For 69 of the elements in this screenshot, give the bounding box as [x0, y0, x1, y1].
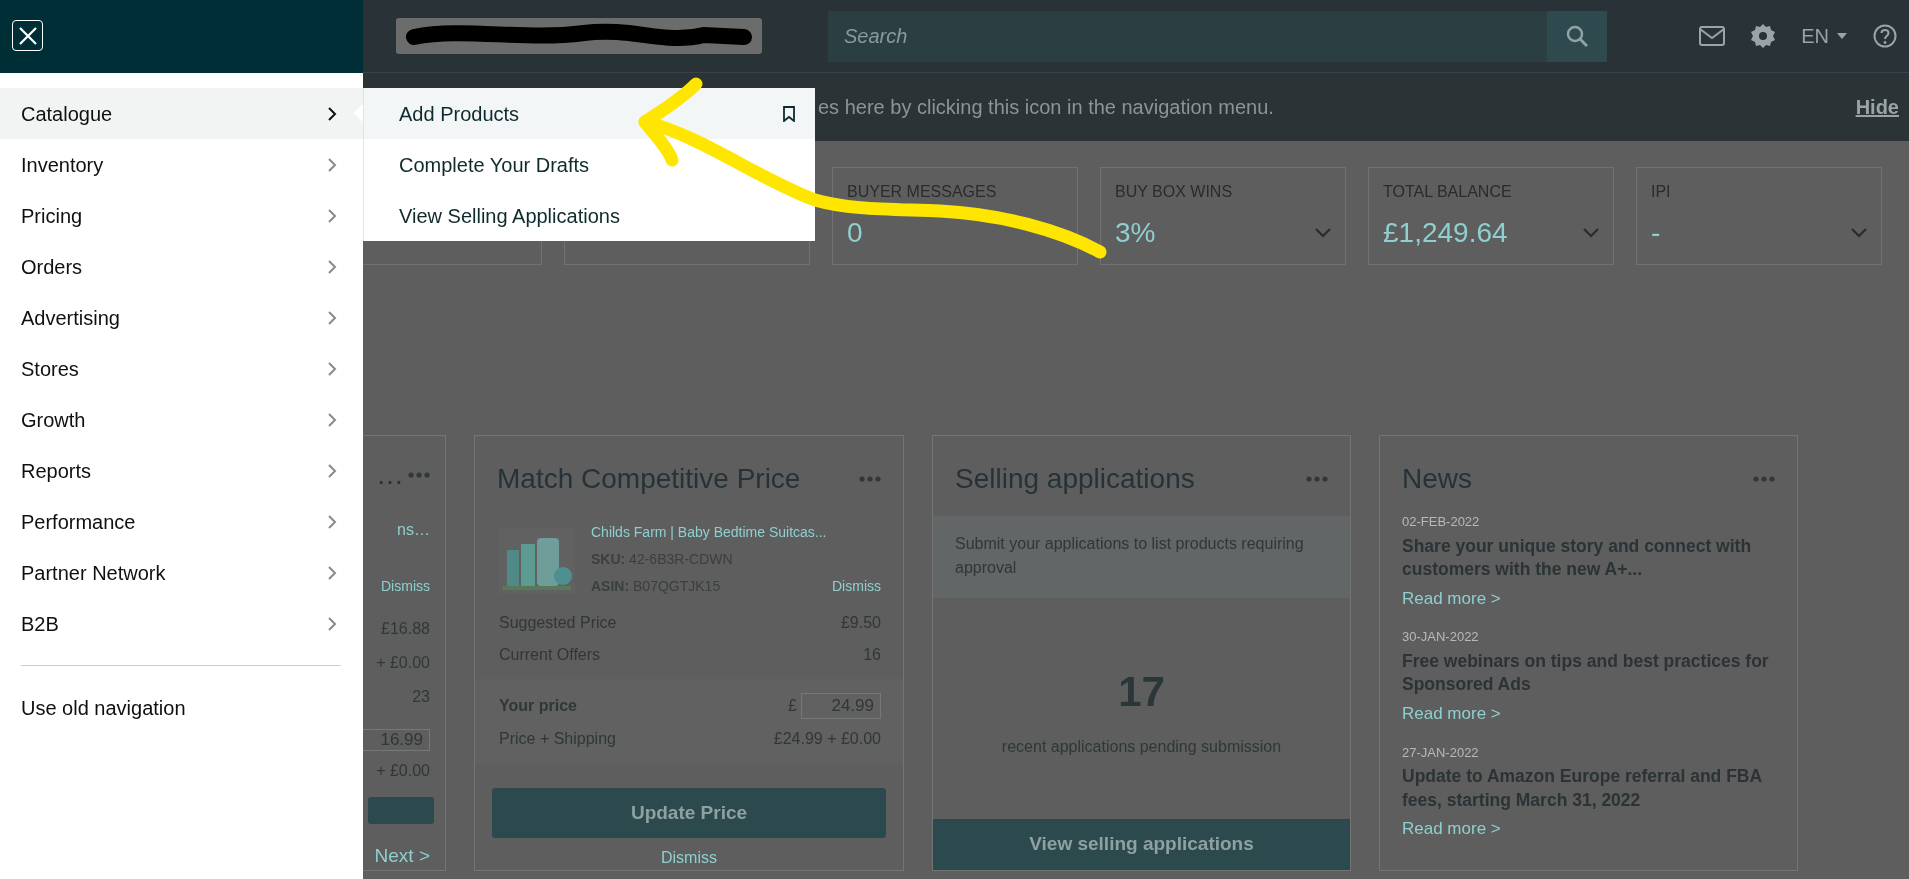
- search-icon: [1566, 25, 1588, 47]
- chevron-right-icon: [327, 310, 337, 325]
- chevron-right-icon: [327, 412, 337, 427]
- more-icon[interactable]: [1306, 476, 1328, 482]
- chevron-right-icon: [327, 565, 337, 580]
- read-more-link[interactable]: Read more >: [1402, 701, 1501, 727]
- nav-menu-item[interactable]: Performance: [0, 496, 363, 547]
- product-link[interactable]: Childs Farm | Baby Bedtime Suitcas...: [591, 522, 881, 543]
- currency-label: £: [788, 696, 797, 716]
- chevron-down-icon[interactable]: [1315, 228, 1331, 238]
- chevron-right-icon: [327, 514, 337, 529]
- bookmark-icon[interactable]: [783, 105, 795, 122]
- read-more-link[interactable]: Read more >: [1402, 585, 1501, 612]
- news-date: 30-JAN-2022: [1402, 628, 1480, 647]
- more-icon[interactable]: [1753, 476, 1775, 482]
- card-title: Match Competitive Price: [497, 462, 801, 496]
- chevron-right-icon: [327, 361, 337, 376]
- nav-menu-item[interactable]: Orders: [0, 241, 363, 292]
- nav-menu-item[interactable]: Inventory: [0, 139, 363, 190]
- metric-value: £1,249.64: [1383, 216, 1508, 250]
- mail-icon[interactable]: [1699, 26, 1726, 46]
- dismiss-link[interactable]: Dismiss: [661, 846, 717, 870]
- dismiss-link[interactable]: Dismiss: [832, 576, 881, 597]
- chevron-right-icon: [327, 463, 337, 478]
- nav-menu-item[interactable]: B2B: [0, 598, 363, 649]
- more-icon[interactable]: [859, 476, 881, 482]
- chevron-right-icon: [327, 157, 337, 172]
- caret-icon: [1837, 33, 1847, 39]
- language-button[interactable]: EN: [1801, 21, 1847, 51]
- more-icon[interactable]: [408, 472, 430, 478]
- banner-text: es here by clicking this icon in the navigation menu.: [818, 95, 1274, 120]
- hide-link[interactable]: Hide: [1855, 92, 1899, 122]
- chevron-right-icon: [327, 208, 337, 223]
- chevron-right-icon: [327, 259, 337, 274]
- chevron-down-icon[interactable]: [1851, 228, 1867, 238]
- view-applications-button[interactable]: View selling applications: [933, 819, 1350, 870]
- close-button[interactable]: [12, 20, 43, 51]
- chevron-right-icon: [327, 616, 337, 631]
- settings-icon[interactable]: [1751, 24, 1776, 48]
- submenu-item[interactable]: Complete Your Drafts: [364, 139, 815, 190]
- nav-menu-item[interactable]: Reports: [0, 445, 363, 496]
- nav-menu-item[interactable]: Advertising: [0, 292, 363, 343]
- nav-menu-item[interactable]: Growth: [0, 394, 363, 445]
- dismiss-link[interactable]: Dismiss: [381, 576, 430, 597]
- card-title: …: [376, 458, 404, 492]
- news-date: 02-FEB-2022: [1402, 513, 1481, 531]
- card-title: Selling applications: [955, 462, 1195, 496]
- chevron-right-icon: [327, 106, 337, 121]
- search-button[interactable]: [1547, 10, 1607, 62]
- chevron-down-icon[interactable]: [1583, 228, 1599, 238]
- old-navigation-link[interactable]: Use old navigation: [0, 682, 363, 733]
- read-more-link[interactable]: Read more >: [1402, 816, 1501, 842]
- next-link[interactable]: Next >: [374, 841, 430, 870]
- metric-value: -: [1651, 216, 1661, 250]
- nav-menu-item[interactable]: Catalogue: [0, 88, 363, 139]
- metric-value: 0: [847, 216, 863, 250]
- nav-menu-item[interactable]: Partner Network: [0, 547, 363, 598]
- news-date: 27-JAN-2022: [1402, 743, 1480, 762]
- submenu-item[interactable]: View Selling Applications: [364, 190, 815, 241]
- nav-menu-item[interactable]: Stores: [0, 343, 363, 394]
- nav-menu-item[interactable]: Pricing: [0, 190, 363, 241]
- close-icon: [17, 25, 38, 46]
- submenu-item[interactable]: Add Products: [364, 88, 815, 139]
- product-link[interactable]: ns…: [397, 518, 430, 542]
- help-icon[interactable]: [1873, 24, 1897, 48]
- metric-value: 3%: [1115, 216, 1156, 250]
- search-field[interactable]: Search: [828, 10, 1547, 62]
- card-title: News: [1402, 462, 1472, 496]
- update-price-button[interactable]: Update Price: [492, 788, 886, 838]
